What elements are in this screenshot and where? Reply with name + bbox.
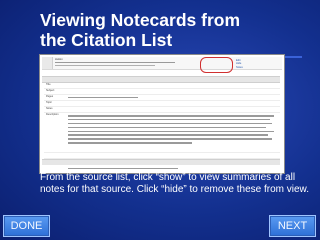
field-label: Topic: [46, 101, 52, 104]
instruction-caption: From the source list, click “show” to vi…: [40, 172, 309, 195]
source-row-text: Hutton: [55, 58, 63, 61]
highlight-circle: [200, 57, 233, 73]
next-button[interactable]: NEXT: [269, 215, 316, 237]
slide-title: Viewing Notecards from the Citation List: [40, 10, 310, 50]
notecard-body-text: [68, 115, 274, 146]
link-notes[interactable]: Notes: [236, 66, 243, 69]
source-row-tag: [42, 57, 53, 69]
screenshot-source-row: Hutton: [42, 57, 282, 70]
field-row: [44, 166, 280, 171]
field-label: Pages: [46, 95, 54, 98]
source-row-links: Edit Hide Notes: [236, 59, 243, 69]
notecard-group-header: [42, 76, 280, 83]
title-line-2: the Citation List: [40, 29, 173, 50]
notecard-group-header-2: [42, 159, 280, 165]
done-button[interactable]: DONE: [3, 215, 50, 237]
field-label: Subject: [46, 89, 55, 92]
title-line-1: Viewing Notecards from: [40, 10, 241, 30]
field-label: Description: [46, 113, 59, 116]
embedded-screenshot: Hutton Edit Hide Notes Title Subject Pag…: [39, 54, 285, 174]
field-label: Title: [46, 83, 51, 86]
field-label: Notes: [46, 107, 53, 110]
